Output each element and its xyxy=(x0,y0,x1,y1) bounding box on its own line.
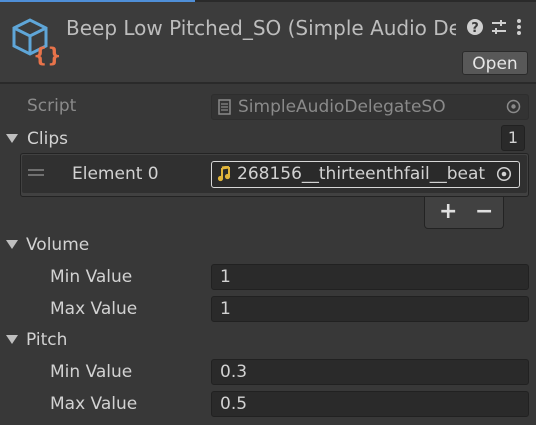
header-divider xyxy=(0,82,536,84)
script-field: SimpleAudioDelegateSO xyxy=(211,94,529,120)
object-picker-icon[interactable] xyxy=(496,166,512,182)
clips-foldout-arrow[interactable] xyxy=(6,134,18,143)
drag-handle-icon[interactable] xyxy=(28,169,44,179)
volume-max-label: Max Value xyxy=(50,299,138,319)
volume-min-label: Min Value xyxy=(50,267,133,287)
help-icon[interactable]: ? xyxy=(466,18,484,36)
pitch-max-field[interactable]: 0.5 xyxy=(211,391,529,417)
clip-object-value: 268156__thirteenthfail__beat xyxy=(237,164,486,184)
cs-script-icon xyxy=(218,99,231,115)
kebab-menu-icon[interactable] xyxy=(514,18,524,36)
audio-clip-icon xyxy=(217,166,231,182)
pitch-max-label: Max Value xyxy=(50,394,138,414)
element-label: Element 0 xyxy=(72,164,159,184)
volume-max-field[interactable]: 1 xyxy=(211,296,529,322)
script-field-value: SimpleAudioDelegateSO xyxy=(238,97,446,117)
volume-min-field[interactable]: 1 xyxy=(211,264,529,290)
pitch-min-field[interactable]: 0.3 xyxy=(211,359,529,385)
list-add-remove-footer: + − xyxy=(424,197,504,229)
svg-text:{}: {} xyxy=(33,43,60,66)
svg-text:?: ? xyxy=(471,21,479,36)
remove-element-button[interactable]: − xyxy=(475,199,493,224)
volume-foldout-arrow[interactable] xyxy=(6,240,18,249)
clip-object-field[interactable]: 268156__thirteenthfail__beat xyxy=(211,161,520,188)
pitch-foldout-arrow[interactable] xyxy=(6,335,18,344)
inspector-header: {} Beep Low Pitched_SO (Simple Audio Del… xyxy=(0,2,536,82)
preset-sliders-icon[interactable] xyxy=(490,18,508,36)
pitch-label[interactable]: Pitch xyxy=(26,330,67,350)
script-label: Script xyxy=(27,96,77,116)
volume-label[interactable]: Volume xyxy=(26,235,89,255)
asset-title: Beep Low Pitched_SO (Simple Audio Delega… xyxy=(66,16,456,40)
clips-label[interactable]: Clips xyxy=(27,129,68,149)
open-button[interactable]: Open xyxy=(462,51,528,75)
scriptable-object-icon: {} xyxy=(12,18,60,66)
pitch-min-label: Min Value xyxy=(50,362,133,382)
add-element-button[interactable]: + xyxy=(439,199,457,224)
object-picker-icon xyxy=(506,99,521,114)
clips-size-field[interactable]: 1 xyxy=(501,125,525,151)
